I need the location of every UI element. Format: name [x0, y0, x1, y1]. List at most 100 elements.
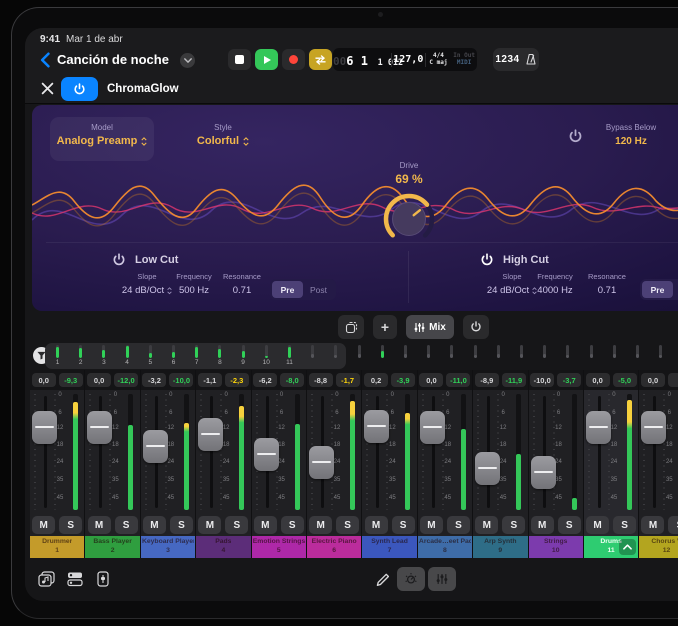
solo-button[interactable]: S — [225, 516, 248, 534]
channel-volume-value[interactable]: 0,0 — [586, 373, 610, 387]
fader-track[interactable]: 061218243545 — [529, 390, 583, 514]
bypass-power-icon[interactable] — [568, 129, 583, 144]
pre-option[interactable]: Pre — [272, 281, 303, 298]
back-chevron-icon[interactable] — [38, 52, 52, 68]
stop-button[interactable] — [228, 49, 251, 70]
plugin-power-button[interactable] — [61, 77, 98, 101]
high-cut-resonance[interactable]: Resonance 0.71 — [583, 272, 631, 296]
channel-volume-value[interactable]: -6,2 — [253, 373, 277, 387]
fader-track[interactable]: 061218243545 — [196, 390, 250, 514]
fader-handle[interactable] — [309, 446, 334, 479]
lcd-display[interactable]: 006 1 1 012 127,0 4/4 C maj In Out MIDI — [333, 48, 477, 71]
fader-track[interactable]: 061218243545 — [307, 390, 361, 514]
channel-volume-value[interactable]: -10,0 — [530, 373, 554, 387]
low-cut-pre-post-switch[interactable]: Pre Post — [270, 279, 336, 300]
model-selector[interactable]: Model Analog Preamp — [50, 117, 154, 161]
record-button[interactable] — [282, 49, 305, 70]
solo-button[interactable]: S — [558, 516, 581, 534]
fader-track[interactable]: 061218243545 — [639, 390, 678, 514]
solo-button[interactable]: S — [170, 516, 193, 534]
track-overview[interactable]: 1234567891011 — [25, 342, 678, 370]
count-in-button[interactable]: 1234 — [493, 48, 539, 71]
solo-button[interactable]: S — [668, 516, 678, 534]
channel-volume-value[interactable]: 0,0 — [419, 373, 443, 387]
fader-handle[interactable] — [641, 411, 666, 444]
track-label[interactable]: Keyboard Player 3 — [141, 536, 195, 558]
fader-handle[interactable] — [475, 452, 500, 485]
fader-handle[interactable] — [143, 430, 168, 463]
mute-button[interactable]: M — [531, 516, 554, 534]
loops-browser-icon[interactable] — [38, 571, 56, 587]
post-option[interactable]: Post — [673, 281, 678, 298]
fader-track[interactable]: 061218243545 — [252, 390, 306, 514]
mix-view-button[interactable]: Mix — [406, 315, 454, 339]
fader-handle[interactable] — [254, 438, 279, 471]
drive-knob[interactable] — [381, 191, 437, 247]
fader-track[interactable]: 061218243545 — [141, 390, 195, 514]
solo-button[interactable]: S — [392, 516, 415, 534]
fader-track[interactable]: 061218243545 — [85, 390, 139, 514]
fader-track[interactable]: 061218243545 — [473, 390, 527, 514]
track-label[interactable]: Strings 10 — [529, 536, 583, 558]
channel-strip-icon[interactable] — [94, 571, 112, 587]
track-label[interactable]: Electric Piano 6 — [307, 536, 361, 558]
channel-volume-value[interactable]: -3,2 — [142, 373, 166, 387]
solo-button[interactable]: S — [336, 516, 359, 534]
channel-volume-value[interactable]: 0,0 — [87, 373, 111, 387]
fader-track[interactable]: 061218243545 — [418, 390, 472, 514]
mute-button[interactable]: M — [88, 516, 111, 534]
fader-handle[interactable] — [364, 410, 389, 443]
post-option[interactable]: Post — [303, 281, 334, 298]
channel-volume-value[interactable]: 0,0 — [32, 373, 56, 387]
fader-handle[interactable] — [531, 456, 556, 489]
track-label[interactable]: Emotion Strings 5 — [252, 536, 306, 558]
style-selector[interactable]: Style Colorful — [180, 117, 266, 161]
channel-volume-value[interactable]: -8,8 — [309, 373, 333, 387]
fader-track[interactable]: 061218243545 — [584, 390, 638, 514]
play-button[interactable] — [255, 49, 278, 70]
solo-button[interactable]: S — [447, 516, 470, 534]
cycle-button[interactable] — [309, 49, 332, 70]
mixer-view-button[interactable] — [428, 567, 456, 591]
high-cut-frequency[interactable]: Frequency 4000 Hz — [527, 272, 583, 296]
solo-button[interactable]: S — [502, 516, 525, 534]
close-icon[interactable] — [41, 82, 54, 95]
bypass-below-control[interactable]: Bypass Below 120 Hz — [590, 123, 672, 147]
fader-handle[interactable] — [87, 411, 112, 444]
solo-button[interactable]: S — [115, 516, 138, 534]
track-label[interactable]: Arp Synth 9 — [473, 536, 527, 558]
track-label[interactable]: Drummer 1 — [30, 536, 84, 558]
copy-button[interactable] — [338, 315, 364, 339]
fader-handle[interactable] — [32, 411, 57, 444]
track-label[interactable]: Bass Player 2 — [85, 536, 139, 558]
controls-view-button[interactable] — [397, 567, 425, 591]
high-cut-power-icon[interactable] — [480, 253, 494, 267]
low-cut-power-icon[interactable] — [112, 253, 126, 267]
low-cut-frequency[interactable]: Frequency 500 Hz — [166, 272, 222, 296]
pre-option[interactable]: Pre — [642, 281, 673, 298]
mute-button[interactable]: M — [586, 516, 609, 534]
channel-volume-value[interactable]: -1,1 — [198, 373, 222, 387]
low-cut-resonance[interactable]: Resonance 0.71 — [218, 272, 266, 296]
mute-button[interactable]: M — [420, 516, 443, 534]
mute-button[interactable]: M — [254, 516, 277, 534]
mute-button[interactable]: M — [309, 516, 332, 534]
track-label[interactable]: Synth Lead 7 — [362, 536, 416, 558]
add-track-button[interactable]: + — [373, 315, 397, 339]
fader-handle[interactable] — [198, 418, 223, 451]
track-label[interactable]: Chorus V 12 — [639, 536, 678, 558]
fader-handle[interactable] — [586, 411, 611, 444]
tiles-icon[interactable] — [66, 571, 84, 587]
solo-button[interactable]: S — [59, 516, 82, 534]
mute-button[interactable]: M — [475, 516, 498, 534]
mixer-power-button[interactable] — [463, 315, 489, 339]
channel-volume-value[interactable]: -8,9 — [475, 373, 499, 387]
song-title[interactable]: Canción de noche — [57, 52, 169, 67]
mute-button[interactable]: M — [32, 516, 55, 534]
track-label[interactable]: Pads 4 — [196, 536, 250, 558]
high-cut-pre-post-switch[interactable]: Pre Post — [640, 279, 678, 300]
song-menu-button[interactable] — [180, 53, 195, 68]
edit-pencil-icon[interactable] — [375, 571, 389, 587]
mute-button[interactable]: M — [365, 516, 388, 534]
track-label[interactable]: Drums 11 — [584, 536, 638, 558]
